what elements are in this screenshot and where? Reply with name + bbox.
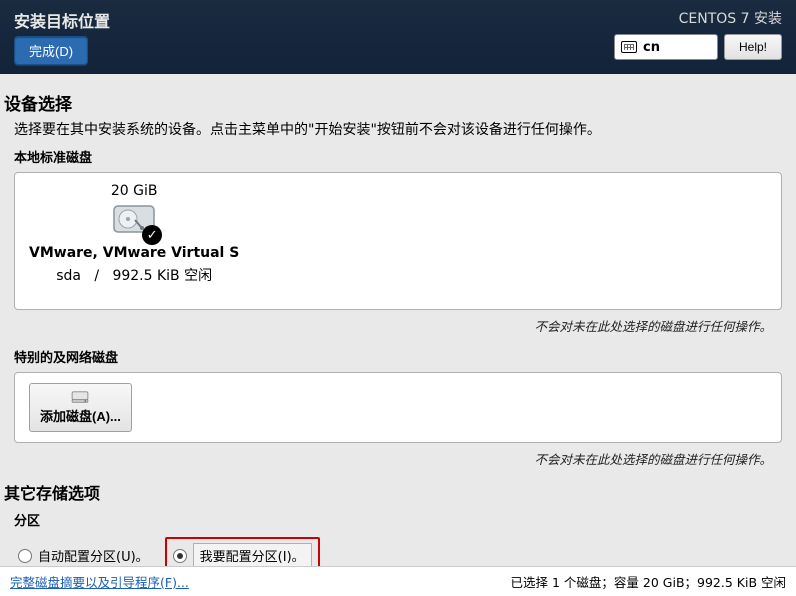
- installer-name: CENTOS 7 安装: [614, 8, 782, 28]
- disk-item[interactable]: 20 GiB ✓ VMware, VMware Virtual S sda / …: [29, 183, 239, 285]
- help-button[interactable]: Help!: [724, 34, 782, 60]
- header-controls: cn Help!: [614, 34, 782, 60]
- disk-free: 992.5 KiB 空闲: [112, 268, 212, 284]
- special-disks-note: 不会对未在此处选择的磁盘进行任何操作。: [4, 449, 772, 468]
- keyboard-layout-code: cn: [643, 40, 660, 55]
- partition-heading: 分区: [14, 510, 782, 529]
- auto-partition-radio[interactable]: 自动配置分区(U)。: [18, 546, 149, 565]
- header-left: 安装目标位置 完成(D): [14, 8, 110, 74]
- partition-radio-row: 自动配置分区(U)。 我要配置分区(I)。: [18, 537, 782, 566]
- auto-partition-label: 自动配置分区(U)。: [38, 546, 149, 565]
- device-selection-title: 设备选择: [4, 90, 782, 115]
- full-disk-summary-link[interactable]: 完整磁盘摘要以及引导程序(F)...: [10, 572, 189, 591]
- local-disks-note: 不会对未在此处选择的磁盘进行任何操作。: [4, 316, 772, 335]
- disk-sub: sda / 992.5 KiB 空闲: [29, 265, 239, 285]
- keyboard-layout-select[interactable]: cn: [614, 34, 718, 60]
- local-disks-panel: 20 GiB ✓ VMware, VMware Virtual S sda / …: [14, 172, 782, 310]
- device-selection-desc: 选择要在其中安装系统的设备。点击主菜单中的"开始安装"按钮前不会对该设备进行任何…: [14, 119, 782, 139]
- special-disks-panel: 添加磁盘(A)...: [14, 372, 782, 443]
- manual-partition-highlight: 我要配置分区(I)。: [165, 537, 320, 566]
- special-disks-heading: 特别的及网络磁盘: [14, 347, 782, 366]
- manual-partition-radio[interactable]: 我要配置分区(I)。: [173, 543, 312, 566]
- partition-group: 分区 自动配置分区(U)。 我要配置分区(I)。 我想让额外空间可用(M): [14, 510, 782, 566]
- radio-selected-icon: [173, 549, 187, 563]
- disk-name: VMware, VMware Virtual S: [29, 245, 239, 261]
- add-disk-button[interactable]: 添加磁盘(A)...: [29, 383, 132, 432]
- keyboard-icon: [621, 41, 637, 53]
- local-disks-heading: 本地标准磁盘: [14, 147, 782, 166]
- page-title: 安装目标位置: [14, 8, 110, 32]
- disk-sep: /: [94, 268, 99, 284]
- radio-icon: [18, 549, 32, 563]
- header-bar: 安装目标位置 完成(D) CENTOS 7 安装 cn Help!: [0, 0, 796, 74]
- disk-dev: sda: [56, 268, 81, 284]
- manual-partition-label: 我要配置分区(I)。: [193, 543, 312, 566]
- other-storage-title: 其它存储选项: [4, 480, 782, 504]
- drive-icon: [71, 390, 89, 404]
- header-right: CENTOS 7 安装 cn Help!: [614, 8, 782, 74]
- disk-size: 20 GiB: [29, 183, 239, 199]
- disk-selected-check-icon: ✓: [142, 225, 162, 245]
- done-button[interactable]: 完成(D): [14, 36, 88, 65]
- add-disk-label: 添加磁盘(A)...: [40, 406, 121, 425]
- bottom-bar: 完整磁盘摘要以及引导程序(F)... 已选择 1 个磁盘；容量 20 GiB；9…: [0, 566, 796, 596]
- disk-icon-wrap: ✓: [110, 205, 158, 239]
- main-content: 设备选择 选择要在其中安装系统的设备。点击主菜单中的"开始安装"按钮前不会对该设…: [0, 74, 796, 566]
- selection-status: 已选择 1 个磁盘；容量 20 GiB；992.5 KiB 空闲: [511, 572, 786, 591]
